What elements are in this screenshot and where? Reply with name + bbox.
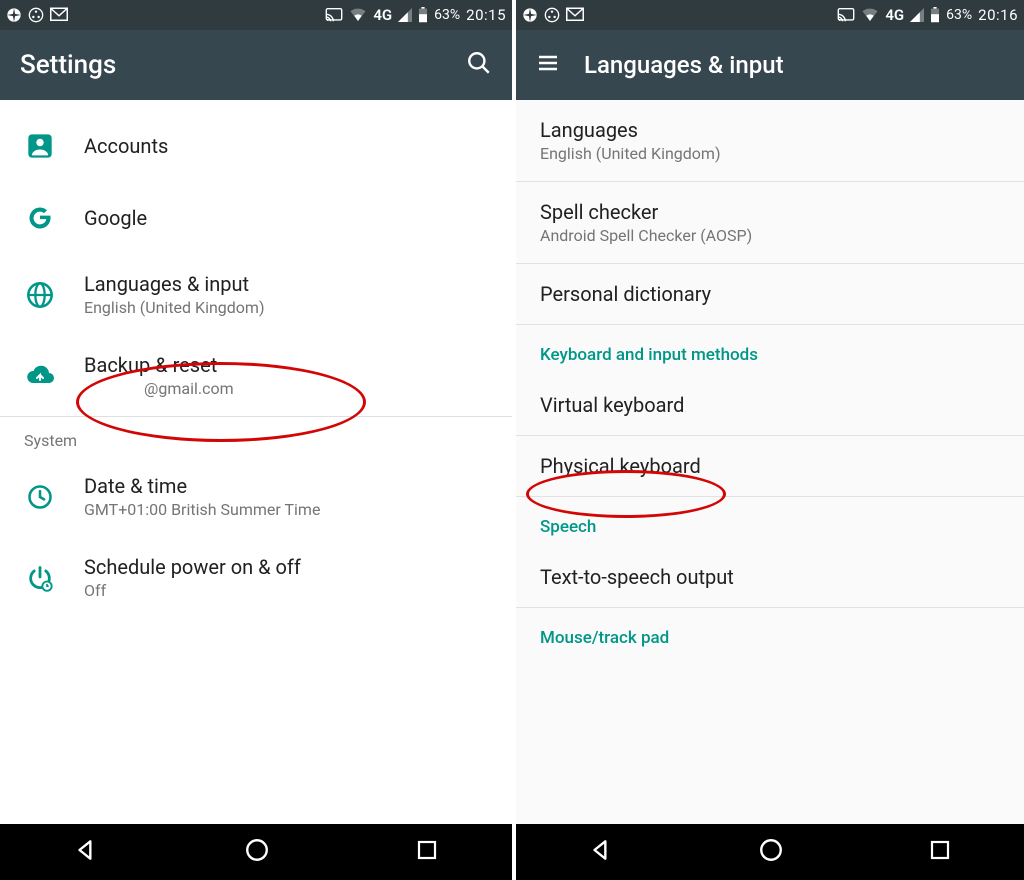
section-system-label: System [0, 416, 512, 456]
item-tts-output[interactable]: Text-to-speech output [516, 547, 1024, 608]
settings-list: Accounts Google Languages & input Englis… [0, 100, 512, 824]
phone-left: 4G 63% 20:15 Settings Accounts [0, 0, 512, 880]
settings-item-title: Date & time [84, 474, 492, 498]
nav-back-icon[interactable] [588, 837, 614, 867]
search-icon[interactable] [466, 50, 492, 80]
settings-item-title: Google [84, 206, 492, 230]
appbar: Settings [0, 30, 512, 100]
item-languages[interactable]: Languages English (United Kingdom) [516, 100, 1024, 182]
item-virtual-keyboard[interactable]: Virtual keyboard [516, 375, 1024, 436]
battery-percent: 63% [434, 7, 460, 23]
settings-item-google[interactable]: Google [0, 182, 512, 254]
settings-item-sub: Off [84, 581, 492, 600]
google-icon [24, 204, 56, 232]
item-spell-checker[interactable]: Spell checker Android Spell Checker (AOS… [516, 182, 1024, 264]
status-bar: 4G 63% 20:16 [516, 0, 1024, 30]
item-title: Text-to-speech output [540, 565, 1000, 589]
wifi-icon [861, 8, 879, 22]
backup-icon [24, 364, 56, 388]
signal-icon [910, 8, 924, 22]
network-4g-label: 4G [373, 6, 392, 24]
globe-icon [24, 281, 56, 309]
hamburger-icon[interactable] [536, 51, 560, 79]
nav-home-icon[interactable] [244, 837, 270, 867]
item-sub: Android Spell Checker (AOSP) [540, 226, 1000, 245]
settings-item-title: Accounts [84, 134, 492, 158]
camera-icon [6, 7, 22, 23]
clock-icon [24, 483, 56, 511]
item-title: Physical keyboard [540, 454, 1000, 478]
settings-item-schedule-power[interactable]: Schedule power on & off Off [0, 537, 512, 618]
dots-circle-icon [544, 7, 560, 23]
item-title: Languages [540, 118, 1000, 142]
nav-back-icon[interactable] [73, 837, 99, 867]
category-keyboard: Keyboard and input methods [516, 325, 1024, 375]
settings-item-sub: GMT+01:00 British Summer Time [84, 500, 492, 519]
item-personal-dictionary[interactable]: Personal dictionary [516, 264, 1024, 325]
network-4g-label: 4G [885, 6, 904, 24]
settings-item-backup-reset[interactable]: Backup & reset @gmail.com [0, 335, 512, 416]
category-mouse: Mouse/track pad [516, 608, 1024, 658]
category-speech: Speech [516, 497, 1024, 547]
mail-icon [566, 7, 584, 23]
battery-icon [930, 7, 940, 23]
status-clock: 20:16 [978, 6, 1018, 24]
battery-icon [418, 7, 428, 23]
status-bar: 4G 63% 20:15 [0, 0, 512, 30]
accounts-icon [24, 132, 56, 160]
nav-home-icon[interactable] [758, 837, 784, 867]
item-title: Virtual keyboard [540, 393, 1000, 417]
settings-item-title: Languages & input [84, 272, 492, 296]
item-sub: English (United Kingdom) [540, 144, 1000, 163]
wifi-icon [349, 8, 367, 22]
settings-item-sub: English (United Kingdom) [84, 298, 492, 317]
item-physical-keyboard[interactable]: Physical keyboard [516, 436, 1024, 497]
cast-icon [837, 8, 855, 22]
phone-right: 4G 63% 20:16 Languages & input Languages… [512, 0, 1024, 880]
power-schedule-icon [24, 564, 56, 592]
appbar: Languages & input [516, 30, 1024, 100]
page-title: Languages & input [584, 51, 784, 79]
android-navbar [516, 824, 1024, 880]
dots-circle-icon [28, 7, 44, 23]
item-title: Spell checker [540, 200, 1000, 224]
page-title: Settings [20, 50, 116, 80]
settings-item-title: Backup & reset [84, 353, 492, 377]
settings-item-date-time[interactable]: Date & time GMT+01:00 British Summer Tim… [0, 456, 512, 537]
settings-item-languages-input[interactable]: Languages & input English (United Kingdo… [0, 254, 512, 335]
settings-item-title: Schedule power on & off [84, 555, 492, 579]
nav-recents-icon[interactable] [928, 838, 952, 866]
cast-icon [325, 8, 343, 22]
item-title: Personal dictionary [540, 282, 1000, 306]
battery-percent: 63% [946, 7, 972, 23]
settings-item-sub: @gmail.com [84, 379, 492, 398]
settings-item-accounts[interactable]: Accounts [0, 110, 512, 182]
status-clock: 20:15 [466, 6, 506, 24]
signal-icon [398, 8, 412, 22]
android-navbar [0, 824, 512, 880]
nav-recents-icon[interactable] [415, 838, 439, 866]
camera-icon [522, 7, 538, 23]
mail-icon [50, 7, 68, 23]
lang-input-list: Languages English (United Kingdom) Spell… [516, 100, 1024, 824]
